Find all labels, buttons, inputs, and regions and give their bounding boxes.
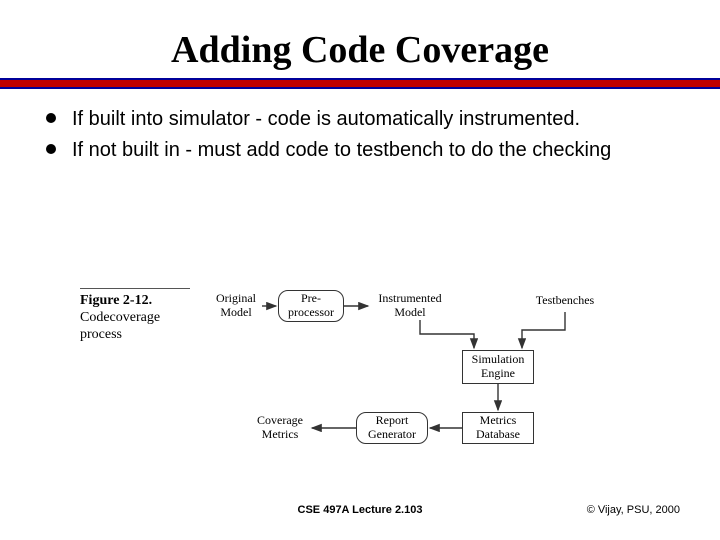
title-rule — [0, 78, 720, 89]
slide-body: If built into simulator - code is automa… — [0, 89, 720, 163]
node-simulation-engine: Simulation Engine — [462, 350, 534, 384]
node-report-generator: Report Generator — [356, 412, 428, 444]
figure-label: Figure 2-12. — [80, 293, 152, 308]
node-testbenches: Testbenches — [530, 292, 600, 310]
node-metrics-db: Metrics Database — [462, 412, 534, 444]
bullet-text: If not built in - must add code to testb… — [72, 139, 611, 161]
bullet-item: If built into simulator - code is automa… — [46, 107, 674, 132]
figure-caption-text: Codecoverage process — [80, 310, 160, 342]
footer-right: © Vijay, PSU, 2000 — [587, 504, 680, 516]
figure-caption: Figure 2-12. Codecoverage process — [80, 288, 190, 343]
bullet-item: If not built in - must add code to testb… — [46, 138, 674, 163]
node-coverage-metrics: Coverage Metrics — [250, 414, 310, 442]
bullet-text: If built into simulator - code is automa… — [72, 108, 580, 130]
node-instrumented-model: Instrumented Model — [370, 292, 450, 320]
slide-title: Adding Code Coverage — [0, 0, 720, 78]
node-preprocessor: Pre- processor — [278, 290, 344, 322]
figure-diagram: Figure 2-12. Codecoverage process Origin… — [70, 274, 650, 474]
bullet-list: If built into simulator - code is automa… — [46, 107, 674, 163]
slide: Adding Code Coverage If built into simul… — [0, 0, 720, 540]
node-original-model: Original Model — [210, 292, 262, 320]
